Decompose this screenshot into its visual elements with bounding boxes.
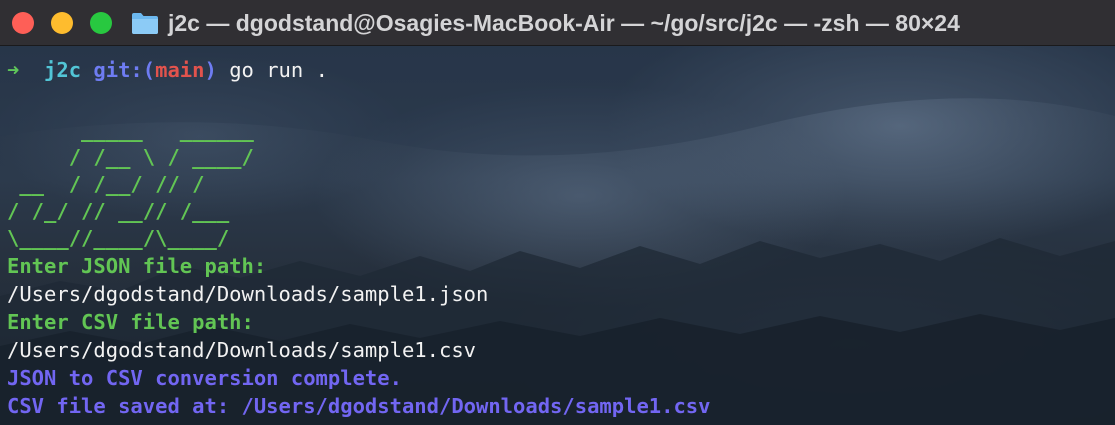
csv-path-value: /Users/dgodstand/Downloads/sample1.csv	[7, 338, 476, 362]
git-label: git:(	[93, 58, 156, 82]
prompt-line: ➜ j2c git:(main) go run .	[7, 56, 328, 84]
banner-line-2: / /__ \ / ____/	[7, 145, 254, 169]
json-path-prompt: Enter JSON file path:	[7, 254, 267, 278]
zoom-button[interactable]	[90, 12, 112, 34]
prompt-directory: j2c	[44, 58, 82, 82]
banner-line-3: __ / /__/ // /	[7, 172, 205, 196]
banner-line-4: / /_/ // __// /___	[7, 199, 230, 223]
folder-icon	[132, 13, 158, 34]
conversion-status: JSON to CSV conversion complete.	[7, 366, 402, 390]
banner-line-1: _____ ______	[7, 118, 254, 142]
terminal-window: j2c — dgodstand@Osagies-MacBook-Air — ~/…	[0, 0, 1115, 425]
banner-line-5: \____//____/\____/	[7, 226, 230, 250]
window-title: j2c — dgodstand@Osagies-MacBook-Air — ~/…	[168, 10, 960, 36]
title-bar[interactable]: j2c — dgodstand@Osagies-MacBook-Air — ~/…	[0, 0, 1115, 46]
saved-status: CSV file saved at: /Users/dgodstand/Down…	[7, 394, 711, 418]
terminal-content[interactable]: ➜ j2c git:(main) go run . _____ ______ /…	[0, 46, 1115, 425]
minimize-button[interactable]	[51, 12, 73, 34]
prompt-arrow-icon: ➜	[7, 58, 20, 82]
csv-path-prompt: Enter CSV file path:	[7, 310, 254, 334]
git-label-close: )	[204, 58, 217, 82]
git-branch: main	[155, 58, 205, 82]
command-text: go run .	[229, 58, 328, 82]
close-button[interactable]	[12, 12, 34, 34]
json-path-value: /Users/dgodstand/Downloads/sample1.json	[7, 282, 489, 306]
